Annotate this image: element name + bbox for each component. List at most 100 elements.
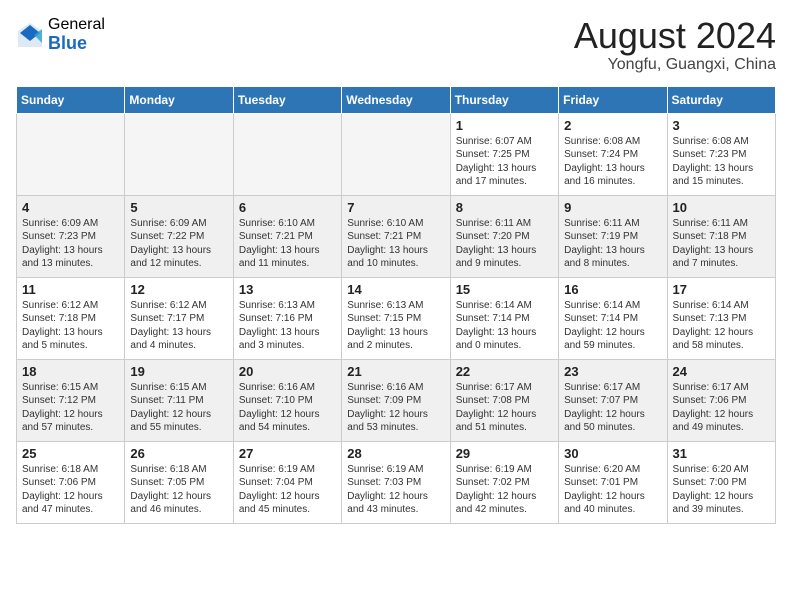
day-info: Sunrise: 6:10 AM Sunset: 7:21 PM Dayligh… — [347, 217, 444, 271]
title-block: August 2024 Yongfu, Guangxi, China — [574, 16, 776, 74]
day-info: Sunrise: 6:20 AM Sunset: 7:01 PM Dayligh… — [564, 463, 661, 517]
table-row: 30 Sunrise: 6:20 AM Sunset: 7:01 PM Dayli… — [559, 441, 667, 523]
day-info: Sunrise: 6:19 AM Sunset: 7:03 PM Dayligh… — [347, 463, 444, 517]
page-header: General Blue August 2024 Yongfu, Guangxi… — [16, 16, 776, 74]
header-saturday: Saturday — [667, 86, 775, 113]
day-info: Sunrise: 6:11 AM Sunset: 7:20 PM Dayligh… — [456, 217, 553, 271]
day-info: Sunrise: 6:13 AM Sunset: 7:15 PM Dayligh… — [347, 299, 444, 353]
table-row: 24 Sunrise: 6:17 AM Sunset: 7:06 PM Dayli… — [667, 359, 775, 441]
table-row: 7 Sunrise: 6:10 AM Sunset: 7:21 PM Daylig… — [342, 195, 450, 277]
table-row: 1Sunrise: 6:07 AM Sunset: 7:25 PM Daylig… — [450, 113, 558, 195]
calendar-header-row: Sunday Monday Tuesday Wednesday Thursday… — [17, 86, 776, 113]
day-info: Sunrise: 6:17 AM Sunset: 7:08 PM Dayligh… — [456, 381, 553, 435]
day-info: Sunrise: 6:17 AM Sunset: 7:07 PM Dayligh… — [564, 381, 661, 435]
header-monday: Monday — [125, 86, 233, 113]
table-row: 28 Sunrise: 6:19 AM Sunset: 7:03 PM Dayli… — [342, 441, 450, 523]
table-row: 21Sunrise: 6:16 AM Sunset: 7:09 PM Dayli… — [342, 359, 450, 441]
day-number: 19 — [130, 364, 227, 379]
day-number: 10 — [673, 200, 770, 215]
calendar-week-row: 4 Sunrise: 6:09 AM Sunset: 7:23 PM Daylig… — [17, 195, 776, 277]
day-number: 26 — [130, 446, 227, 461]
table-row: 12 Sunrise: 6:12 AM Sunset: 7:17 PM Dayli… — [125, 277, 233, 359]
day-info: Sunrise: 6:17 AM Sunset: 7:06 PM Dayligh… — [673, 381, 770, 435]
day-info: Sunrise: 6:16 AM Sunset: 7:09 PM Dayligh… — [347, 381, 444, 435]
header-wednesday: Wednesday — [342, 86, 450, 113]
day-number: 2 — [564, 118, 661, 133]
day-info: Sunrise: 6:11 AM Sunset: 7:19 PM Dayligh… — [564, 217, 661, 271]
day-info: Sunrise: 6:07 AM Sunset: 7:25 PM Dayligh… — [456, 135, 553, 189]
table-row: 26Sunrise: 6:18 AM Sunset: 7:05 PM Dayli… — [125, 441, 233, 523]
day-number: 27 — [239, 446, 336, 461]
logo-icon — [16, 21, 44, 49]
day-number: 12 — [130, 282, 227, 297]
table-row: 15Sunrise: 6:14 AM Sunset: 7:14 PM Dayli… — [450, 277, 558, 359]
logo-general: General — [48, 16, 105, 34]
day-number: 30 — [564, 446, 661, 461]
logo-blue: Blue — [48, 34, 105, 54]
day-info: Sunrise: 6:16 AM Sunset: 7:10 PM Dayligh… — [239, 381, 336, 435]
day-number: 22 — [456, 364, 553, 379]
calendar-week-row: 11Sunrise: 6:12 AM Sunset: 7:18 PM Dayli… — [17, 277, 776, 359]
calendar-table: Sunday Monday Tuesday Wednesday Thursday… — [16, 86, 776, 524]
day-number: 4 — [22, 200, 119, 215]
calendar-week-row: 18 Sunrise: 6:15 AM Sunset: 7:12 PM Dayli… — [17, 359, 776, 441]
table-row: 25 Sunrise: 6:18 AM Sunset: 7:06 PM Dayli… — [17, 441, 125, 523]
day-info: Sunrise: 6:19 AM Sunset: 7:02 PM Dayligh… — [456, 463, 553, 517]
table-row — [233, 113, 341, 195]
day-info: Sunrise: 6:12 AM Sunset: 7:17 PM Dayligh… — [130, 299, 227, 353]
table-row: 13 Sunrise: 6:13 AM Sunset: 7:16 PM Dayli… — [233, 277, 341, 359]
day-info: Sunrise: 6:14 AM Sunset: 7:14 PM Dayligh… — [564, 299, 661, 353]
header-thursday: Thursday — [450, 86, 558, 113]
table-row — [17, 113, 125, 195]
logo-text: General Blue — [48, 16, 105, 53]
table-row: 23Sunrise: 6:17 AM Sunset: 7:07 PM Dayli… — [559, 359, 667, 441]
day-number: 14 — [347, 282, 444, 297]
day-info: Sunrise: 6:13 AM Sunset: 7:16 PM Dayligh… — [239, 299, 336, 353]
day-number: 20 — [239, 364, 336, 379]
day-number: 7 — [347, 200, 444, 215]
day-number: 25 — [22, 446, 119, 461]
header-tuesday: Tuesday — [233, 86, 341, 113]
day-info: Sunrise: 6:09 AM Sunset: 7:23 PM Dayligh… — [22, 217, 119, 271]
header-sunday: Sunday — [17, 86, 125, 113]
day-number: 16 — [564, 282, 661, 297]
day-info: Sunrise: 6:10 AM Sunset: 7:21 PM Dayligh… — [239, 217, 336, 271]
day-info: Sunrise: 6:14 AM Sunset: 7:13 PM Dayligh… — [673, 299, 770, 353]
table-row — [125, 113, 233, 195]
day-info: Sunrise: 6:15 AM Sunset: 7:12 PM Dayligh… — [22, 381, 119, 435]
table-row: 14 Sunrise: 6:13 AM Sunset: 7:15 PM Dayli… — [342, 277, 450, 359]
table-row: 18 Sunrise: 6:15 AM Sunset: 7:12 PM Dayli… — [17, 359, 125, 441]
day-number: 28 — [347, 446, 444, 461]
day-info: Sunrise: 6:19 AM Sunset: 7:04 PM Dayligh… — [239, 463, 336, 517]
table-row: 20 Sunrise: 6:16 AM Sunset: 7:10 PM Dayli… — [233, 359, 341, 441]
table-row: 29 Sunrise: 6:19 AM Sunset: 7:02 PM Dayli… — [450, 441, 558, 523]
table-row: 31Sunrise: 6:20 AM Sunset: 7:00 PM Dayli… — [667, 441, 775, 523]
table-row: 9Sunrise: 6:11 AM Sunset: 7:19 PM Daylig… — [559, 195, 667, 277]
table-row: 5 Sunrise: 6:09 AM Sunset: 7:22 PM Daylig… — [125, 195, 233, 277]
day-number: 29 — [456, 446, 553, 461]
table-row: 3Sunrise: 6:08 AM Sunset: 7:23 PM Daylig… — [667, 113, 775, 195]
day-number: 13 — [239, 282, 336, 297]
header-friday: Friday — [559, 86, 667, 113]
day-info: Sunrise: 6:09 AM Sunset: 7:22 PM Dayligh… — [130, 217, 227, 271]
day-info: Sunrise: 6:15 AM Sunset: 7:11 PM Dayligh… — [130, 381, 227, 435]
calendar-week-row: 1Sunrise: 6:07 AM Sunset: 7:25 PM Daylig… — [17, 113, 776, 195]
table-row: 22 Sunrise: 6:17 AM Sunset: 7:08 PM Dayli… — [450, 359, 558, 441]
table-row: 19 Sunrise: 6:15 AM Sunset: 7:11 PM Dayli… — [125, 359, 233, 441]
table-row — [342, 113, 450, 195]
day-number: 31 — [673, 446, 770, 461]
day-info: Sunrise: 6:08 AM Sunset: 7:24 PM Dayligh… — [564, 135, 661, 189]
day-number: 8 — [456, 200, 553, 215]
day-info: Sunrise: 6:11 AM Sunset: 7:18 PM Dayligh… — [673, 217, 770, 271]
location-subtitle: Yongfu, Guangxi, China — [574, 56, 776, 74]
day-number: 5 — [130, 200, 227, 215]
day-info: Sunrise: 6:08 AM Sunset: 7:23 PM Dayligh… — [673, 135, 770, 189]
month-year-title: August 2024 — [574, 16, 776, 56]
calendar-week-row: 25 Sunrise: 6:18 AM Sunset: 7:06 PM Dayli… — [17, 441, 776, 523]
day-info: Sunrise: 6:18 AM Sunset: 7:06 PM Dayligh… — [22, 463, 119, 517]
table-row: 8 Sunrise: 6:11 AM Sunset: 7:20 PM Daylig… — [450, 195, 558, 277]
logo: General Blue — [16, 16, 105, 53]
table-row: 4 Sunrise: 6:09 AM Sunset: 7:23 PM Daylig… — [17, 195, 125, 277]
day-number: 24 — [673, 364, 770, 379]
day-number: 18 — [22, 364, 119, 379]
